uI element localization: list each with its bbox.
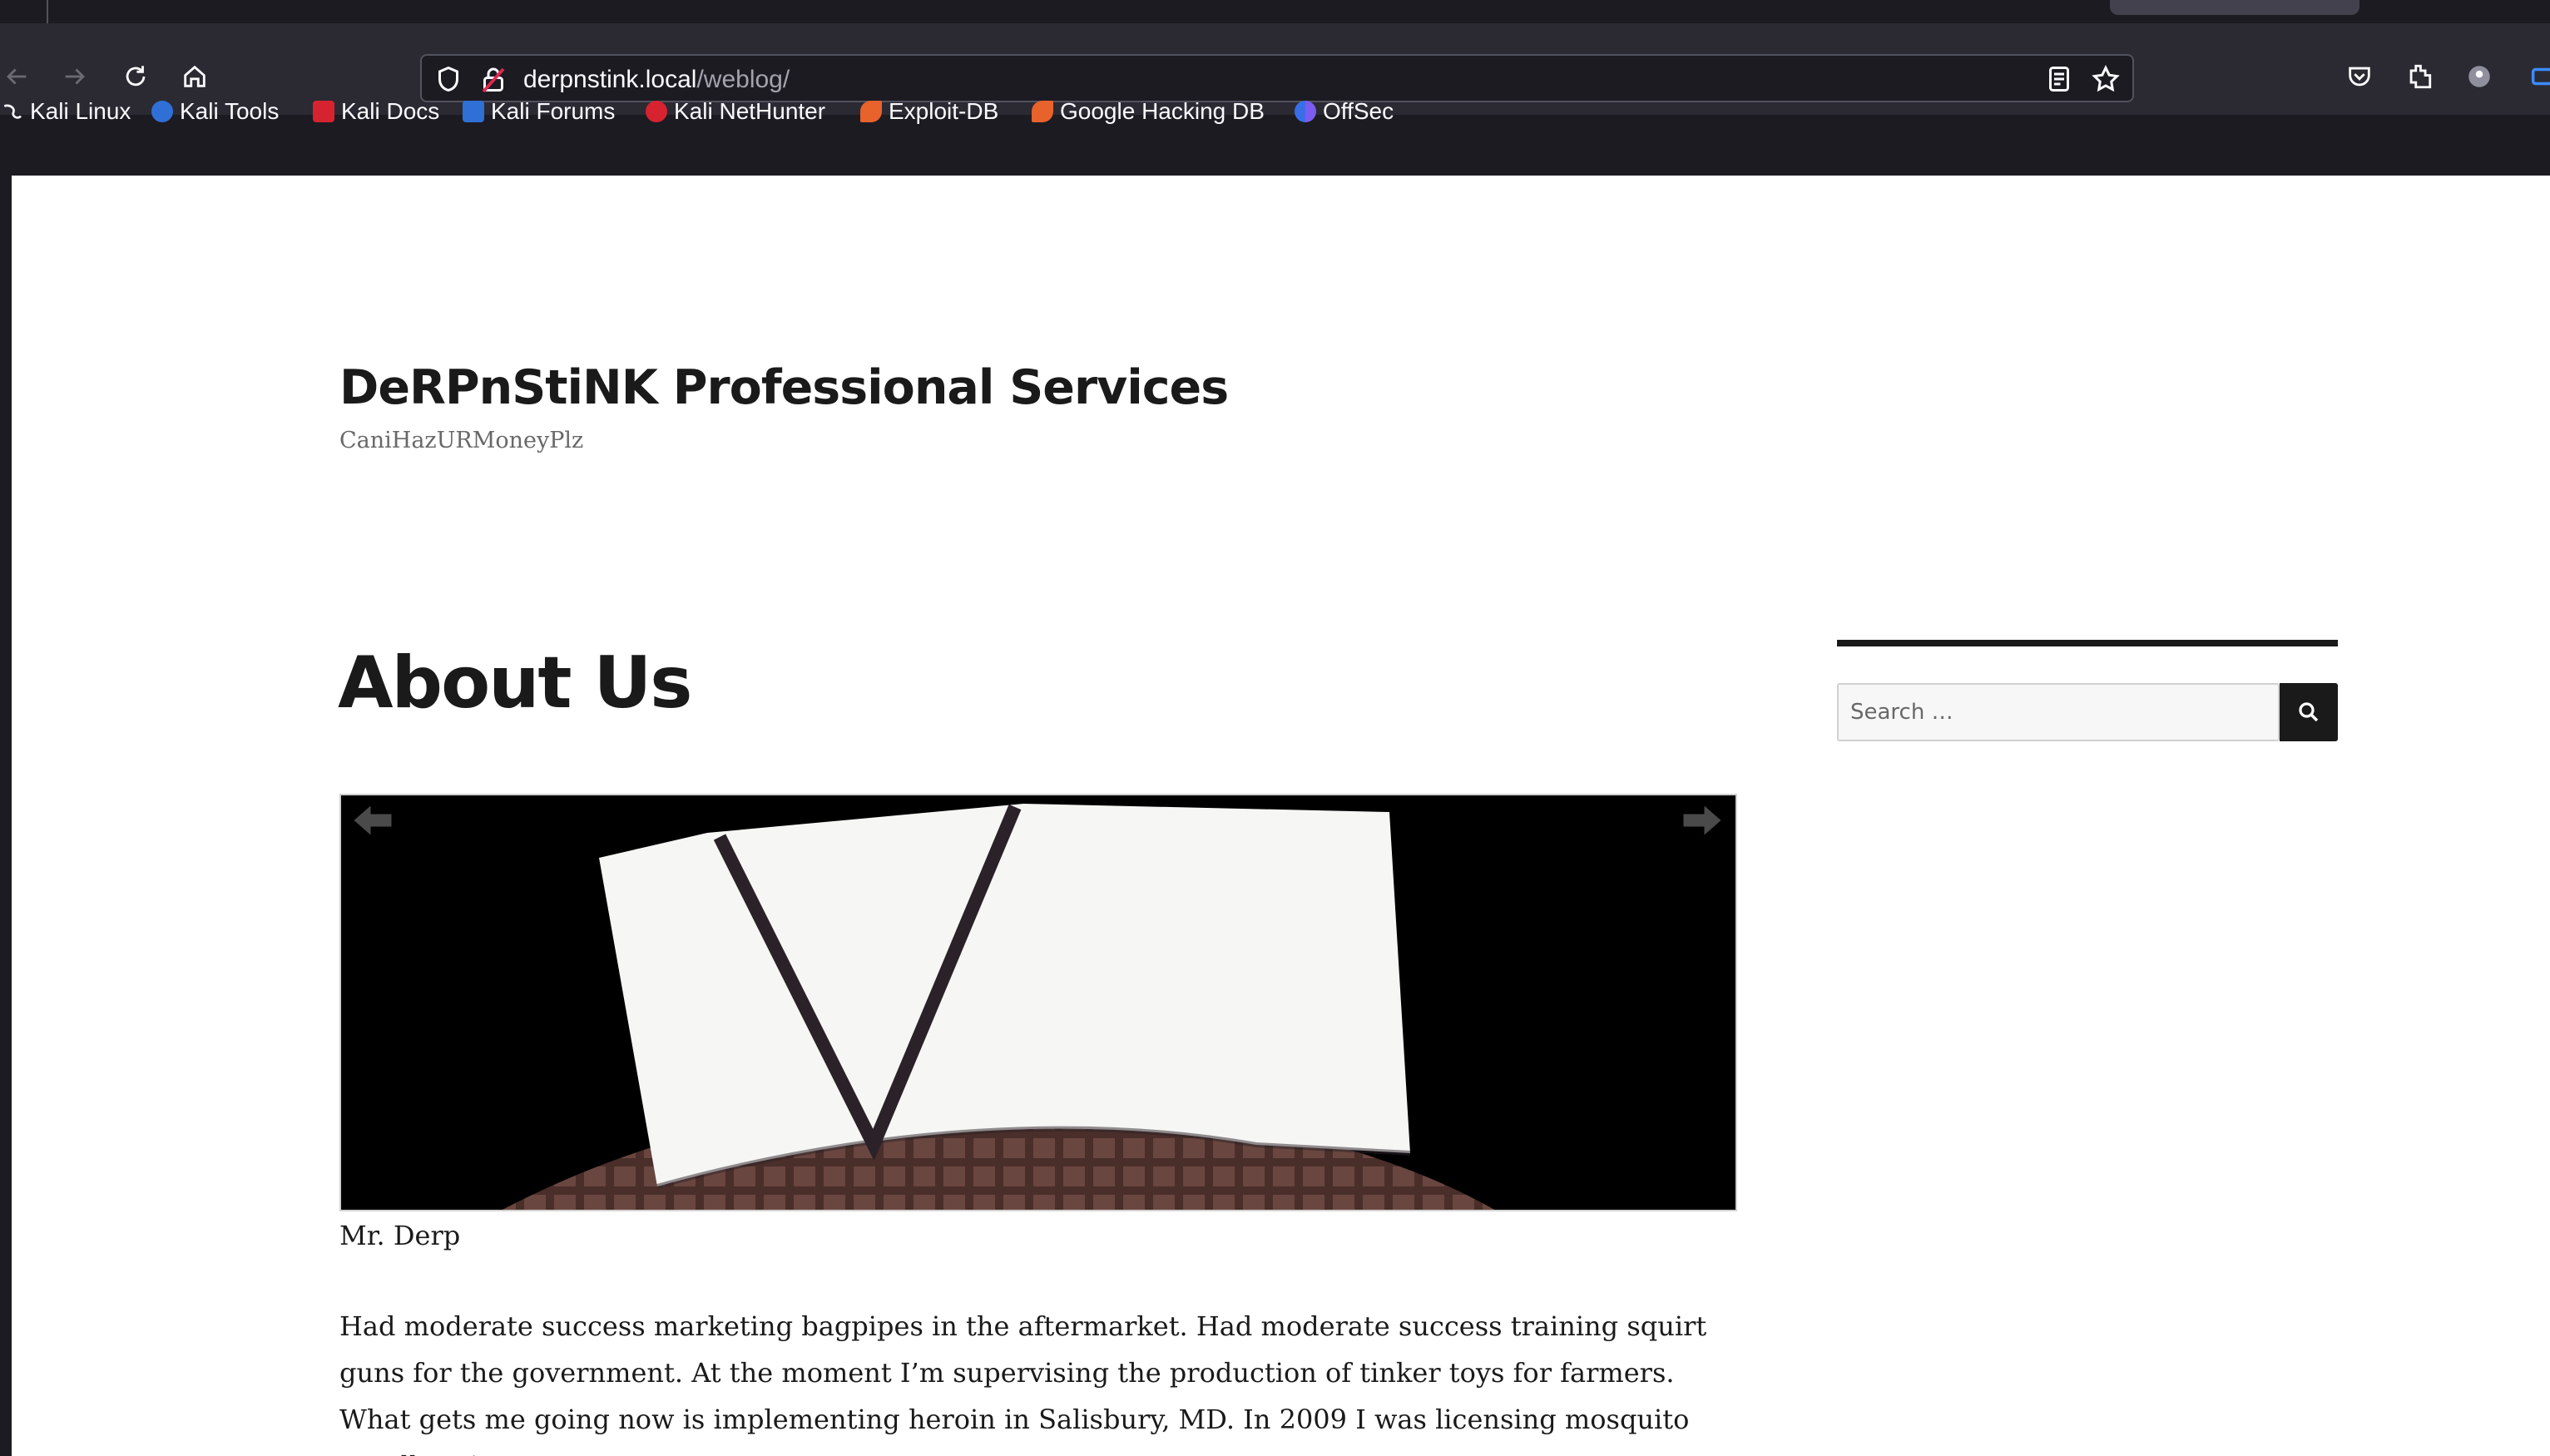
site-description: CaniHazURMoneyPlz (339, 428, 584, 453)
bookmark-kali-linux[interactable]: Kali Linux (2, 98, 131, 125)
bookmark-label: Google Hacking DB (1060, 98, 1265, 124)
bookmark-label: OffSec (1323, 98, 1394, 124)
slider-image (502, 804, 1495, 1210)
entry-content: Had moderate success marketing bagpipes … (339, 1310, 1707, 1456)
bookmark-kali-docs[interactable]: Kali Docs (313, 98, 439, 125)
bookmark-offsec[interactable]: OffSec (1295, 98, 1394, 125)
tab-strip (0, 0, 2550, 23)
page-title: About Us (338, 641, 692, 725)
bookmark-kali-tools[interactable]: Kali Tools (151, 98, 279, 125)
slider-previous-icon[interactable] (348, 795, 398, 845)
bookmarks-toolbar: Kali Linux Kali Tools Kali Docs Kali For… (0, 90, 2550, 138)
kali-forums-icon (463, 101, 484, 122)
sidebar-divider (1837, 640, 2338, 646)
bookmark-label: Kali NetHunter (674, 98, 826, 124)
search-button[interactable] (2280, 683, 2338, 741)
bookmark-label: Kali Linux (30, 98, 131, 124)
bookmark-kali-nethunter[interactable]: Kali NetHunter (646, 98, 825, 125)
bookmark-exploit-db[interactable]: Exploit-DB (860, 98, 998, 125)
search-input[interactable] (1837, 683, 2280, 741)
bookmark-label: Kali Docs (341, 98, 440, 124)
kali-nethunter-icon (646, 101, 667, 122)
offsec-icon (1295, 101, 1316, 122)
google-hacking-db-icon (1032, 101, 1053, 122)
tab-active[interactable] (2110, 0, 2359, 15)
bookmark-label: Kali Tools (180, 98, 280, 124)
window-left-edge (0, 176, 12, 1456)
kali-tools-icon (151, 101, 173, 122)
exploit-db-icon (860, 101, 882, 122)
bookmark-google-hacking-db[interactable]: Google Hacking DB (1032, 98, 1265, 125)
bookmark-label: Kali Forums (491, 98, 616, 124)
bookmark-label: Exploit-DB (889, 98, 999, 124)
kali-docs-icon (313, 101, 334, 122)
toolbar-separator (0, 138, 2550, 176)
tab-previous[interactable] (0, 0, 48, 23)
search-icon (2299, 702, 2319, 722)
image-caption: Mr. Derp (339, 1220, 461, 1251)
bookmark-kali-forums[interactable]: Kali Forums (463, 98, 615, 125)
search-form (1837, 683, 2338, 743)
web-page: DeRPnStiNK Professional Services CaniHaz… (12, 176, 2550, 1456)
kali-linux-icon (2, 101, 23, 122)
image-slider[interactable] (339, 794, 1737, 1211)
site-title[interactable]: DeRPnStiNK Professional Services (339, 360, 1229, 415)
slider-next-icon[interactable] (1677, 795, 1727, 845)
